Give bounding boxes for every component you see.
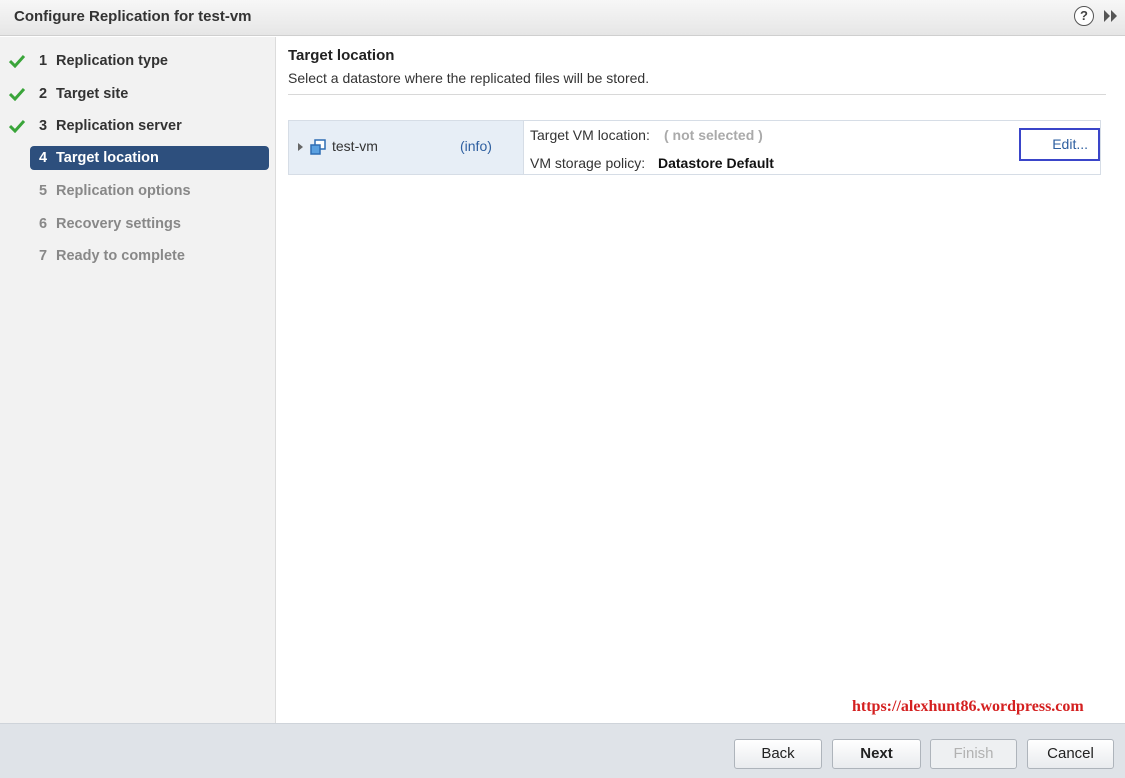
step-replication-type[interactable]: 1 Replication type	[30, 49, 269, 73]
target-location-value: ( not selected )	[664, 127, 763, 143]
expand-panel-icon[interactable]	[1102, 7, 1120, 25]
expand-arrow-icon[interactable]	[298, 143, 303, 151]
wizard-content: Target location Select a datastore where…	[277, 37, 1125, 723]
step-number: 7	[39, 248, 48, 264]
virtual-machine-icon	[310, 139, 326, 155]
page-title: Target location	[288, 47, 395, 64]
edit-button[interactable]: Edit...	[1019, 128, 1100, 161]
step-ready-to-complete: 7 Ready to complete	[30, 244, 269, 268]
step-replication-options: 5 Replication options	[30, 179, 269, 203]
vm-cell[interactable]: test-vm (info)	[289, 121, 524, 174]
step-label: Replication server	[56, 118, 182, 134]
step-target-site[interactable]: 2 Target site	[30, 82, 269, 106]
help-icon[interactable]: ?	[1074, 6, 1094, 26]
next-button[interactable]: Next	[832, 739, 921, 769]
step-number: 5	[39, 183, 48, 199]
vm-info-link[interactable]: (info)	[460, 138, 492, 154]
step-3-check-icon	[9, 119, 25, 133]
step-label: Target site	[56, 86, 129, 102]
step-label: Recovery settings	[56, 216, 181, 232]
step-label: Replication type	[56, 53, 168, 69]
step-label: Target location	[56, 150, 159, 166]
step-number: 4	[39, 150, 48, 166]
step-replication-server[interactable]: 3 Replication server	[30, 114, 269, 138]
vm-name: test-vm	[332, 138, 378, 154]
back-button[interactable]: Back	[734, 739, 822, 769]
target-location-label: Target VM location:	[530, 127, 650, 143]
step-number: 1	[39, 53, 48, 69]
step-2-check-icon	[9, 87, 25, 101]
step-number: 6	[39, 216, 48, 232]
storage-policy-label: VM storage policy:	[530, 155, 646, 171]
cancel-button[interactable]: Cancel	[1027, 739, 1114, 769]
vm-row[interactable]: test-vm (info) Target VM location: ( not…	[288, 120, 1101, 175]
step-number: 2	[39, 86, 48, 102]
storage-policy-value: Datastore Default	[658, 155, 774, 171]
step-label: Ready to complete	[56, 248, 185, 264]
page-description: Select a datastore where the replicated …	[288, 70, 650, 86]
dialog-title: Configure Replication for test-vm	[14, 8, 252, 25]
step-target-location[interactable]: 4 Target location	[30, 146, 269, 170]
step-recovery-settings: 6 Recovery settings	[30, 212, 269, 236]
watermark-text: https://alexhunt86.wordpress.com	[852, 698, 1084, 715]
finish-button: Finish	[930, 739, 1017, 769]
dialog-titlebar: Configure Replication for test-vm ?	[0, 0, 1125, 36]
wizard-steps-sidebar: 1 Replication type 2 Target site 3 Repli…	[0, 37, 276, 723]
step-label: Replication options	[56, 183, 191, 199]
divider	[288, 94, 1106, 95]
step-number: 3	[39, 118, 48, 134]
dialog-footer: Back Next Finish Cancel	[0, 723, 1125, 778]
step-1-check-icon	[9, 54, 25, 68]
